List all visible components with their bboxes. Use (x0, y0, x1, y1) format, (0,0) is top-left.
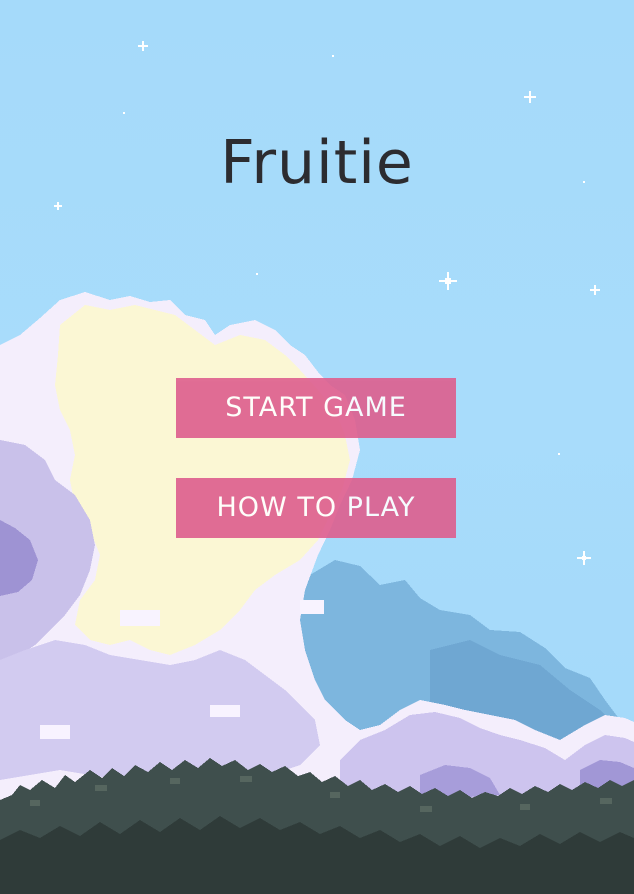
sparkle-star-icon (138, 41, 148, 51)
title-screen: Fruitie START GAME HOW TO PLAY (0, 0, 634, 894)
tiny-star-icon (332, 55, 334, 57)
how-to-play-button[interactable]: HOW TO PLAY (176, 478, 456, 538)
game-title: Fruitie (220, 128, 414, 198)
sparkle-star-icon (524, 91, 536, 103)
start-game-button[interactable]: START GAME (176, 378, 456, 438)
sparkle-star-icon (439, 272, 457, 290)
tiny-star-icon (123, 112, 125, 114)
sparkle-star-icon (590, 285, 600, 295)
tiny-star-icon (256, 273, 258, 275)
sparkle-star-icon (54, 202, 62, 210)
tiny-star-icon (558, 453, 560, 455)
sparkle-star-icon (577, 551, 591, 565)
